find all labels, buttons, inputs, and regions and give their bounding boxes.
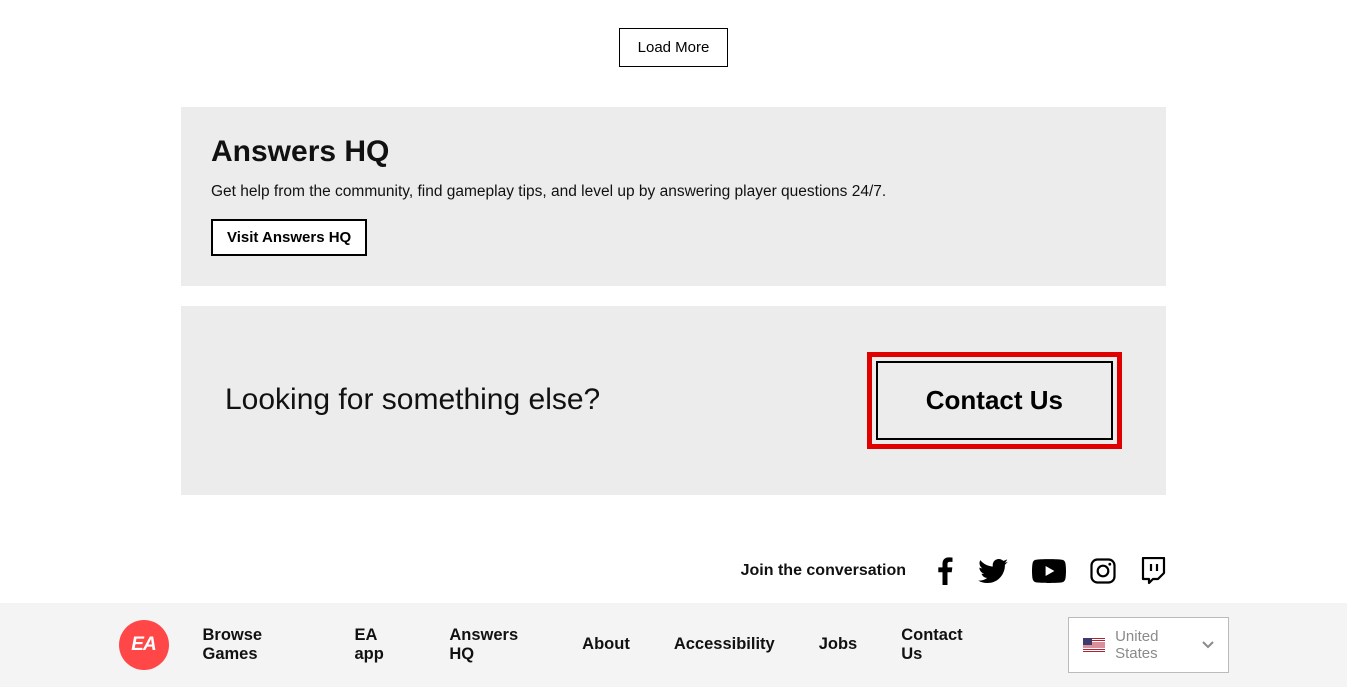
join-conversation-text: Join the conversation (741, 562, 906, 580)
footer-link-about[interactable]: About (582, 635, 630, 654)
footer-link-accessibility[interactable]: Accessibility (674, 635, 775, 654)
us-flag-icon (1083, 638, 1105, 652)
contact-button-highlight: Contact Us (867, 352, 1122, 449)
contact-card-title: Looking for something else? (225, 383, 600, 417)
answers-hq-card: Answers HQ Get help from the community, … (181, 107, 1166, 286)
twitter-icon[interactable] (978, 559, 1008, 583)
load-more-row: Load More (0, 0, 1347, 107)
answers-hq-desc: Get help from the community, find gamepl… (211, 181, 1136, 203)
country-label: United States (1115, 628, 1191, 662)
twitch-icon[interactable] (1140, 557, 1166, 585)
ea-logo[interactable]: EA (119, 620, 169, 670)
visit-answers-hq-button[interactable]: Visit Answers HQ (211, 219, 367, 256)
load-more-button[interactable]: Load More (619, 28, 729, 67)
contact-us-button[interactable]: Contact Us (876, 361, 1113, 440)
answers-hq-title: Answers HQ (211, 135, 1136, 169)
social-row: Join the conversation (181, 495, 1166, 603)
youtube-icon[interactable] (1032, 559, 1066, 583)
footer-link-ea-app[interactable]: EA app (354, 626, 405, 664)
footer-link-jobs[interactable]: Jobs (819, 635, 858, 654)
country-selector[interactable]: United States (1068, 617, 1228, 673)
footer-link-browse-games[interactable]: Browse Games (203, 626, 311, 664)
contact-card: Looking for something else? Contact Us (181, 306, 1166, 495)
chevron-down-icon (1202, 639, 1214, 651)
facebook-icon[interactable] (936, 557, 954, 585)
footer-link-answers-hq[interactable]: Answers HQ (449, 626, 538, 664)
footer: EA Browse Games EA app Answers HQ About … (0, 603, 1347, 687)
footer-link-contact-us[interactable]: Contact Us (901, 626, 980, 664)
instagram-icon[interactable] (1090, 558, 1116, 584)
